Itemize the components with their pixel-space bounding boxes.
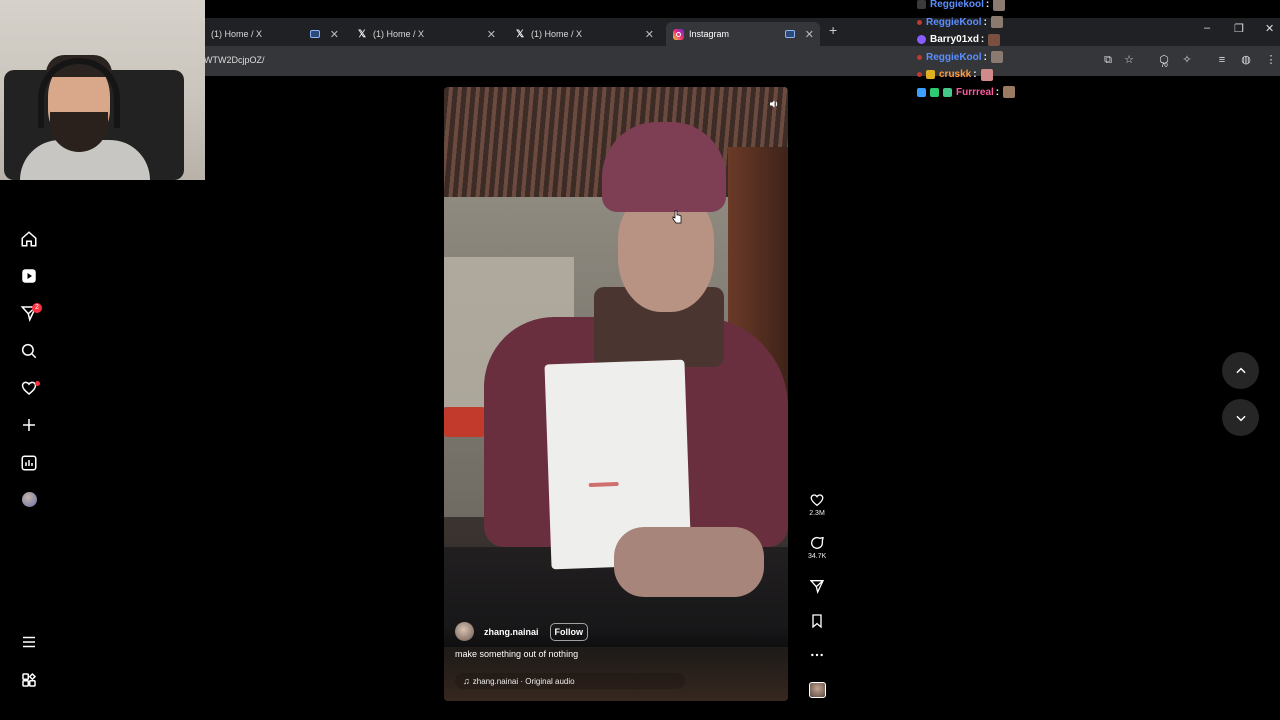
reel-video[interactable]	[444, 87, 788, 701]
new-tab-icon[interactable]: +	[829, 22, 837, 38]
profile-icon[interactable]: ◍	[1239, 53, 1253, 67]
reels-icon[interactable]	[19, 266, 39, 286]
minimize-icon[interactable]: –	[1204, 22, 1210, 34]
chat-emote-icon	[980, 68, 993, 81]
extension-badge-icon[interactable]: 70 ⬡	[1157, 53, 1171, 69]
instagram-icon	[672, 28, 684, 40]
extensions-puzzle-icon[interactable]: ✧	[1180, 53, 1194, 67]
chat-emote-icon	[993, 0, 1006, 11]
chat-separator: :	[995, 86, 1000, 98]
dashboard-icon[interactable]	[19, 453, 39, 473]
menu-hamburger-icon[interactable]	[19, 632, 39, 652]
profile-avatar[interactable]	[22, 492, 37, 507]
more-options-action[interactable]	[808, 647, 826, 663]
stream-chat-overlay: Reggiekool : ReggieKool : Barry01xd : Re…	[917, 0, 1016, 102]
bookmark-star-icon[interactable]: ☆	[1122, 53, 1136, 67]
close-window-icon[interactable]: ✕	[1265, 22, 1274, 35]
screen: (1) Home / X ✕ 𝕏 (1) Home / X ✕ 𝕏 (1) Ho…	[0, 0, 1280, 720]
chat-separator: :	[985, 0, 990, 11]
chat-username: Barry01xd	[930, 34, 979, 46]
like-action[interactable]: 2.3M	[808, 492, 826, 517]
more-apps-icon[interactable]	[19, 670, 39, 690]
extension-badge-count: 70	[1161, 63, 1168, 69]
reel-caption: make something out of nothing	[455, 649, 579, 659]
chat-message: ReggieKool :	[917, 14, 1015, 32]
chat-emote-icon	[990, 51, 1003, 64]
close-tab-icon[interactable]: ✕	[330, 28, 339, 41]
volume-icon[interactable]	[768, 97, 780, 109]
chat-username: Reggiekool	[930, 0, 984, 11]
chat-username: ReggieKool	[926, 16, 982, 28]
chat-message: ReggieKool :	[917, 49, 1015, 67]
comment-action[interactable]: 34.7K	[808, 535, 826, 560]
chat-separator: :	[973, 69, 977, 81]
comment-icon	[811, 536, 824, 549]
audio-link[interactable]: ♫ zhang.nainai · Original audio	[455, 673, 685, 689]
comment-count: 34.7K	[808, 553, 827, 560]
chat-separator: :	[980, 34, 985, 46]
chat-emote-icon	[1003, 86, 1016, 99]
kebab-menu-icon[interactable]: ⋮	[1264, 53, 1278, 67]
browser-tab-active[interactable]: Instagram ✕	[666, 22, 820, 46]
chat-emote-icon	[990, 16, 1003, 29]
tab-label: (1) Home / X	[531, 29, 583, 39]
audio-label: zhang.nainai · Original audio	[472, 676, 575, 686]
restore-icon[interactable]: ❐	[1234, 22, 1244, 35]
chat-separator: :	[983, 51, 987, 63]
browser-tab[interactable]: (1) Home / X ✕	[205, 22, 345, 46]
heart-icon	[810, 494, 824, 507]
next-reel-button[interactable]	[1222, 399, 1259, 436]
tab-label: (1) Home / X	[373, 29, 425, 39]
browser-tab[interactable]: 𝕏 (1) Home / X ✕	[508, 22, 660, 46]
chat-separator: :	[983, 16, 987, 28]
reading-list-icon[interactable]: ≡	[1215, 53, 1229, 67]
follow-button[interactable]: Follow	[549, 622, 589, 641]
previous-reel-button[interactable]	[1222, 352, 1259, 389]
chat-message: Reggiekool :	[917, 0, 1015, 14]
tab-media-icon	[309, 30, 320, 38]
share-action[interactable]	[808, 578, 826, 594]
home-icon[interactable]	[19, 229, 39, 249]
chat-username: ReggieKool	[926, 51, 982, 63]
close-tab-icon[interactable]: ✕	[645, 28, 654, 41]
x-logo-icon: 𝕏	[357, 28, 367, 40]
url-text[interactable]: WTW2DcjpOZ/	[204, 55, 265, 65]
chevron-down-icon	[1235, 415, 1246, 421]
notifications-dot	[35, 381, 40, 386]
browser-tab[interactable]: 𝕏 (1) Home / X ✕	[350, 22, 502, 46]
chat-username: Furrreal	[956, 86, 994, 98]
tab-label: (1) Home / X	[211, 29, 263, 39]
create-plus-icon[interactable]	[19, 415, 39, 435]
chat-message: Furrreal :	[917, 84, 1016, 102]
audio-thumbnail[interactable]	[809, 682, 826, 698]
webcam-overlay	[0, 0, 205, 180]
search-icon[interactable]	[19, 341, 39, 361]
install-app-icon[interactable]: ⧉	[1101, 53, 1115, 67]
messages-badge: 2	[32, 303, 42, 313]
chat-username: cruskk	[939, 69, 972, 81]
chevron-up-icon	[1235, 367, 1246, 373]
tab-label: Instagram	[689, 29, 730, 39]
like-count: 2.3M	[809, 510, 825, 517]
owner-avatar[interactable]	[455, 622, 474, 641]
bookmark-icon	[812, 614, 822, 629]
share-icon	[809, 580, 825, 594]
x-logo-icon: 𝕏	[515, 28, 525, 40]
music-note-icon: ♫	[463, 676, 470, 686]
chat-message: cruskk :	[917, 66, 1015, 84]
close-tab-icon[interactable]: ✕	[805, 28, 814, 41]
more-dots-icon	[811, 653, 823, 657]
owner-username[interactable]: zhang.nainai	[484, 627, 539, 637]
close-tab-icon[interactable]: ✕	[487, 28, 496, 41]
chat-message: Barry01xd :	[917, 31, 1015, 49]
reel-owner: zhang.nainai Follow	[455, 622, 589, 641]
save-action[interactable]	[808, 613, 826, 629]
tab-media-icon	[784, 30, 795, 38]
chat-emote-icon	[988, 33, 1001, 46]
hand-cursor-icon	[672, 210, 682, 224]
